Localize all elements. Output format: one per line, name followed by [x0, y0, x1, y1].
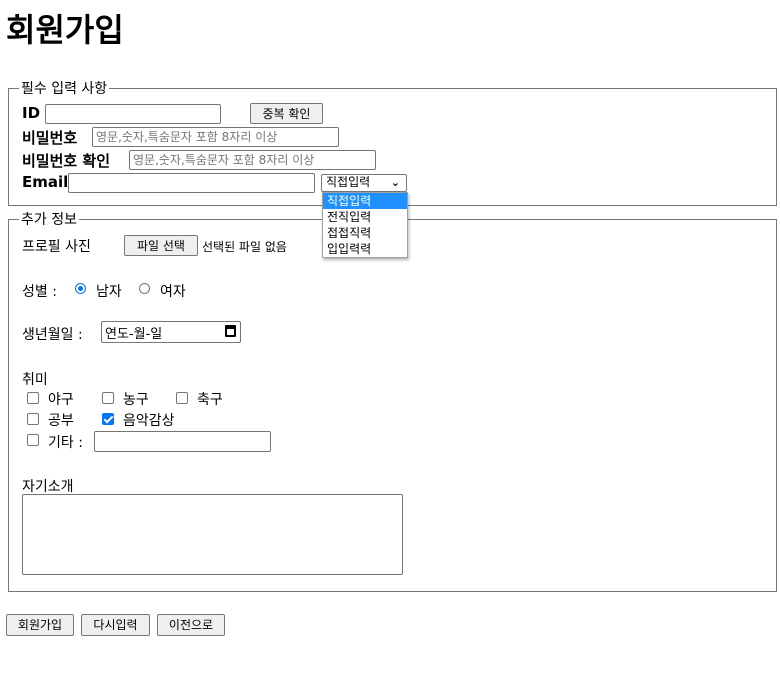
gender-male-radio[interactable]: [75, 283, 86, 294]
email-option[interactable]: 직접입력: [323, 193, 407, 209]
email-option[interactable]: 입입력력: [323, 241, 407, 257]
email-option[interactable]: 전직입력: [323, 209, 407, 225]
birthdate-label: 생년월일 :: [22, 327, 83, 343]
id-input[interactable]: [45, 104, 221, 124]
password-label: 비밀번호: [22, 129, 78, 147]
password-confirm-input[interactable]: [129, 150, 376, 170]
gender-female-radio[interactable]: [139, 283, 150, 294]
hobby-soccer-checkbox[interactable]: [176, 392, 188, 404]
submit-button[interactable]: 회원가입: [6, 614, 74, 636]
email-input[interactable]: [68, 173, 315, 193]
birthdate-input[interactable]: 연도-월-일: [101, 321, 241, 343]
email-label: Email: [22, 173, 69, 191]
duplicate-check-button[interactable]: 중복 확인: [250, 103, 323, 124]
email-dropdown-list: 직접입력 전직입력 접접직력 입입력력: [322, 192, 408, 258]
gender-label: 성별 :: [22, 284, 57, 300]
hobby-label-item[interactable]: 야구: [48, 389, 74, 409]
hobby-label-item[interactable]: 농구: [123, 389, 149, 409]
gender-female-label[interactable]: 여자: [160, 281, 186, 301]
extra-legend: 추가 정보: [21, 212, 77, 228]
email-select-value: 직접입력: [326, 175, 371, 189]
hobby-other-input[interactable]: [94, 431, 271, 452]
intro-textarea[interactable]: [22, 494, 403, 575]
hobby-label: 취미: [22, 372, 48, 388]
birthdate-value: 연도-월-일: [105, 327, 163, 342]
reset-button[interactable]: 다시입력: [81, 614, 150, 636]
hobby-baseball-checkbox[interactable]: [27, 392, 39, 404]
back-button[interactable]: 이전으로: [157, 614, 225, 636]
password-confirm-label: 비밀번호 확인: [22, 152, 111, 170]
hobby-basketball-checkbox[interactable]: [102, 392, 114, 404]
hobby-label-item[interactable]: 공부: [48, 410, 74, 430]
password-input[interactable]: [92, 127, 339, 147]
file-status-text: 선택된 파일 없음: [202, 240, 287, 254]
chevron-down-icon: ⌄: [390, 176, 400, 189]
email-option[interactable]: 접접직력: [323, 225, 407, 241]
required-legend: 필수 입력 사항: [21, 81, 108, 97]
profile-photo-label: 프로필 사진: [22, 239, 91, 255]
email-domain-select[interactable]: 직접입력 ⌄: [321, 174, 407, 192]
hobby-study-checkbox[interactable]: [27, 413, 39, 425]
gender-male-label[interactable]: 남자: [96, 281, 122, 301]
hobby-label-item[interactable]: 축구: [197, 389, 223, 409]
file-select-button[interactable]: 파일 선택: [124, 235, 198, 256]
hobby-label-item[interactable]: 음악감상: [123, 410, 175, 430]
hobby-music-checkbox[interactable]: [102, 413, 114, 425]
hobby-label-item[interactable]: 기타 :: [48, 432, 83, 452]
intro-label: 자기소개: [22, 479, 74, 495]
page-title: 회원가입: [6, 11, 124, 49]
id-label: ID: [22, 104, 41, 122]
hobby-other-checkbox[interactable]: [27, 434, 39, 446]
calendar-icon[interactable]: [225, 325, 236, 337]
